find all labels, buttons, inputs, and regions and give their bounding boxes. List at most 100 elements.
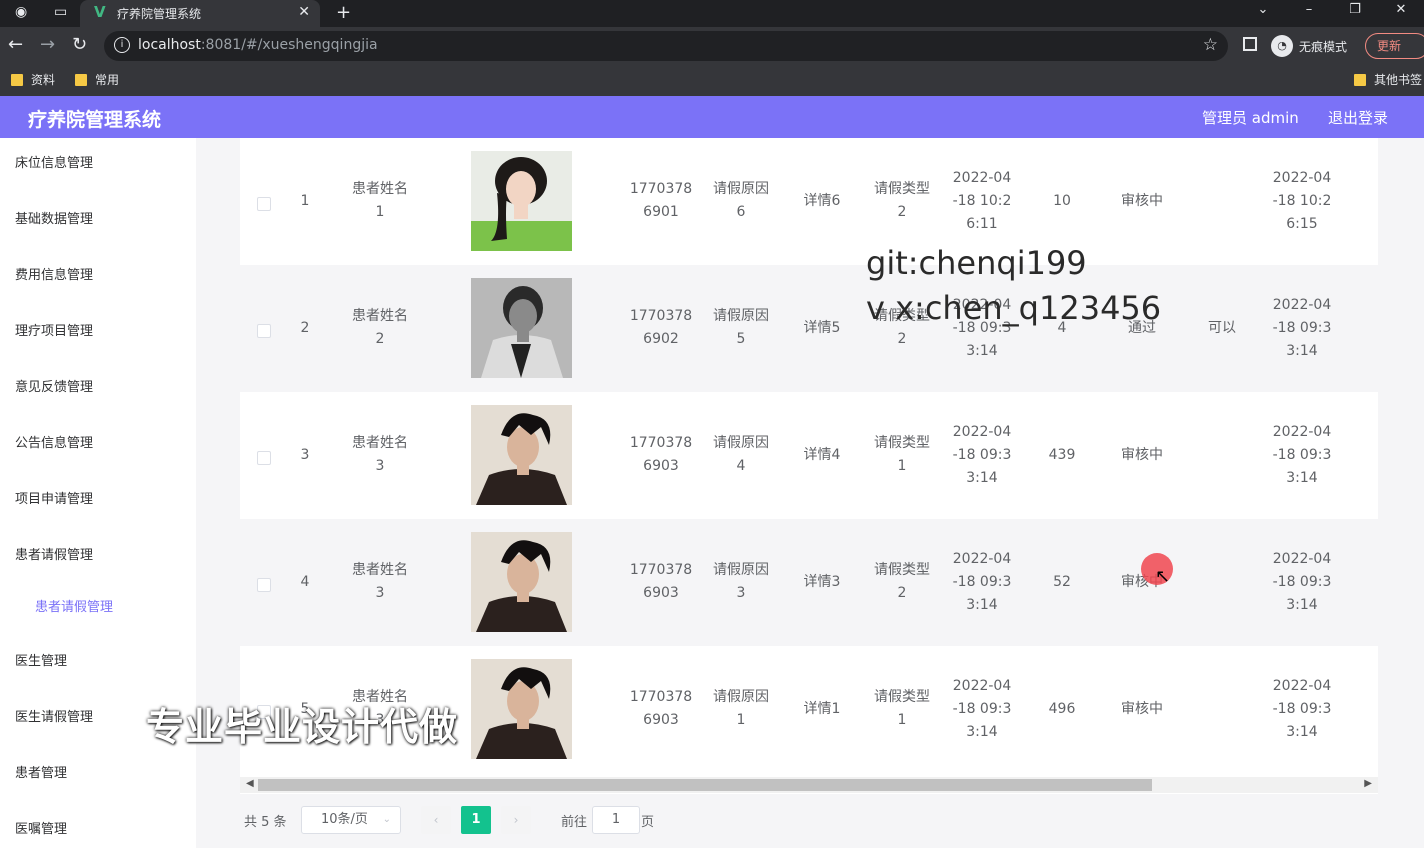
cell-line: 请假原因 [713, 308, 769, 324]
cell-line: 3:14 [1286, 469, 1318, 486]
row-checkbox[interactable] [257, 578, 271, 592]
sidebar-item-notice[interactable]: 公告信息管理 [15, 432, 93, 451]
globe-icon[interactable]: ◉ [15, 5, 27, 19]
cell-reply: 可以 [1182, 317, 1262, 340]
sidebar-item-medical-order[interactable]: 医嘱管理 [15, 818, 67, 837]
cell-line: -18 09:3 [1272, 700, 1332, 717]
table-row[interactable]: 3 患者姓名 3 1770378 6903 请假原因 4 详情4 请假类型 1 2022-04 -18… [240, 392, 1378, 519]
new-tab-icon[interactable]: + [336, 2, 351, 23]
sidebar-item-doctor[interactable]: 医生管理 [15, 650, 67, 669]
sidebar-item-doctor-leave[interactable]: 医生请假管理 [15, 706, 93, 725]
cell-line: 请假原因 [713, 562, 769, 578]
logout-button[interactable]: 退出登录 [1328, 107, 1388, 128]
bookmark-folder[interactable]: 资料 [11, 71, 55, 88]
cell-line: 详情1 [803, 700, 841, 717]
bookmark-star-icon[interactable]: ☆ [1203, 35, 1218, 55]
total-count: 共 5 条 [244, 815, 287, 830]
sidebar-item-fee-info[interactable]: 费用信息管理 [15, 264, 93, 283]
cell-reason: 请假原因 5 [701, 305, 781, 351]
cell-line: 6903 [643, 585, 679, 601]
cell-line: 3:14 [966, 596, 998, 613]
update-button[interactable]: 更新 [1365, 33, 1424, 59]
app-title: 疗养院管理系统 [28, 109, 162, 131]
sidebar-item-therapy[interactable]: 理疗项目管理 [15, 320, 93, 339]
cell-line: 4 [300, 573, 310, 590]
page-size-value: 10条/页 [321, 812, 368, 827]
bookmark-folder[interactable]: 常用 [75, 71, 119, 88]
sidebar-item-project-apply[interactable]: 项目申请管理 [15, 488, 93, 507]
cell-date2: 2022-04 -18 10:2 6:15 [1262, 167, 1342, 236]
url-path: :8081/#/xueshengqingjia [200, 37, 378, 53]
minimize-icon[interactable]: – [1286, 0, 1332, 27]
page-size-select[interactable]: 10条/页 ⌄ [301, 806, 401, 834]
scrollbar-thumb[interactable] [258, 779, 1152, 791]
cell-date2: 2022-04 -18 09:3 3:14 [1262, 675, 1342, 744]
cell-line: 2022-04 [952, 550, 1012, 567]
cell-line: 患者姓名 [352, 308, 408, 324]
back-icon[interactable]: ← [8, 35, 23, 55]
cell-line: 请假原因 [713, 181, 769, 197]
cell-days: 496 [1022, 698, 1102, 721]
cell-line: -18 09:3 [1272, 446, 1332, 463]
cell-status: 审核中 [1102, 444, 1182, 467]
cell-line: 3:14 [966, 723, 998, 740]
folder-icon [11, 73, 23, 86]
other-bookmarks[interactable]: 其他书签 [1354, 71, 1422, 88]
horizontal-scrollbar[interactable]: ◀ ▶ [240, 777, 1378, 793]
sidebar-item-feedback[interactable]: 意见反馈管理 [15, 376, 93, 395]
cell-line: 请假类型 [874, 181, 930, 197]
cell-line: 496 [1048, 700, 1076, 717]
site-info-icon[interactable]: i [114, 37, 130, 53]
address-bar-row: ← → ↻ i localhost:8081/#/xueshengqingjia… [0, 27, 1424, 65]
patient-photo [471, 151, 572, 251]
reload-icon[interactable]: ↻ [72, 35, 87, 55]
side-panel-icon[interactable] [1243, 37, 1257, 51]
row-checkbox[interactable] [257, 324, 271, 338]
table-row[interactable]: 1 患者姓名 1 1770378 6901 请假原因 6 详情6 请假类型 2 2022-04 -18… [240, 138, 1378, 265]
sidebar-subitem-patient-leave[interactable]: 患者请假管理 [35, 596, 113, 615]
cell-line: 请假原因 [713, 689, 769, 705]
cell-line: 439 [1048, 446, 1076, 463]
goto-page-input[interactable]: 1 [592, 806, 640, 834]
tab-search-icon[interactable]: ▭ [54, 5, 67, 19]
sidebar-item-basic-data[interactable]: 基础数据管理 [15, 208, 93, 227]
cell-line: 详情5 [803, 319, 841, 336]
forward-icon[interactable]: → [40, 35, 55, 55]
next-page-button[interactable]: › [501, 806, 531, 834]
table-row[interactable]: 4 患者姓名 3 1770378 6903 请假原因 3 详情3 请假类型 2 2022-04 -18… [240, 519, 1378, 646]
cell-name: 患者姓名 1 [350, 178, 410, 224]
browser-tab[interactable]: V 疗养院管理系统 ✕ [80, 0, 320, 27]
row-checkbox[interactable] [257, 451, 271, 465]
cell-date1: 2022-04 -18 10:2 6:11 [942, 167, 1022, 236]
cell-line: 6903 [643, 458, 679, 474]
cell-line: 1770378 [629, 435, 693, 451]
tab-list-icon[interactable]: ⌄ [1240, 0, 1286, 27]
prev-page-button[interactable]: ‹ [421, 806, 451, 834]
cell-line: -18 10:2 [952, 192, 1012, 209]
restore-icon[interactable]: ❐ [1332, 0, 1378, 27]
tab-close-icon[interactable]: ✕ [298, 4, 310, 20]
page-number-current[interactable]: 1 [461, 806, 491, 834]
url-input[interactable]: i localhost:8081/#/xueshengqingjia ☆ [104, 31, 1228, 61]
table-row[interactable]: 2 患者姓名 2 1770378 6902 请假原因 5 详情5 请假类型 2 2022-04 -18… [240, 265, 1378, 392]
cell-reason: 请假原因 4 [701, 432, 781, 478]
folder-icon [1354, 73, 1366, 86]
cell-date1: 2022-04 -18 09:3 3:14 [942, 421, 1022, 490]
sidebar-item-patient-leave[interactable]: 患者请假管理 [15, 544, 93, 563]
cell-idx: 4 [295, 571, 315, 594]
window-close-icon[interactable]: ✕ [1378, 0, 1424, 27]
folder-icon [75, 73, 87, 86]
cell-reason: 请假原因 3 [701, 559, 781, 605]
scroll-right-icon[interactable]: ▶ [1364, 778, 1372, 789]
cell-line: 3 [736, 585, 746, 601]
cell-type: 请假类型 1 [861, 686, 943, 732]
sidebar-item-bed-info[interactable]: 床位信息管理 [15, 152, 93, 171]
cell-line: 2022-04 [952, 169, 1012, 186]
cell-idx: 1 [295, 190, 315, 213]
cell-line: 1 [375, 204, 385, 220]
row-checkbox[interactable] [257, 197, 271, 211]
incognito-indicator[interactable]: ◔ 无痕模式 [1271, 35, 1347, 57]
sidebar-item-patient[interactable]: 患者管理 [15, 762, 67, 781]
scroll-left-icon[interactable]: ◀ [246, 778, 254, 789]
cell-detail: 详情6 [781, 190, 863, 213]
